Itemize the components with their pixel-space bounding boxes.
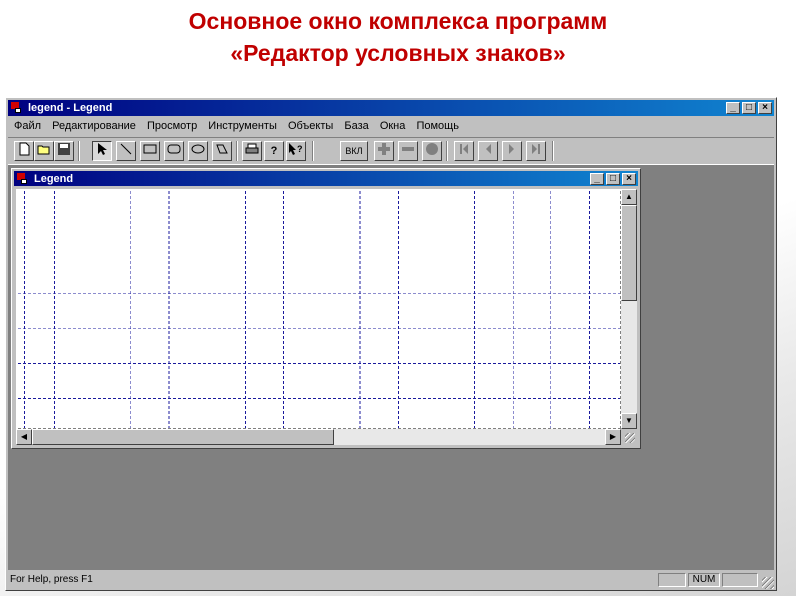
vertical-scrollbar[interactable]: ▲ ▼ [621,189,637,429]
status-panel-3 [722,573,758,587]
polygon-tool-icon[interactable] [212,141,232,161]
drawing-canvas-grid[interactable] [16,189,621,429]
toolbar: ? ? ВКЛ [8,137,774,165]
status-num-indicator: NUM [688,573,720,587]
app-title: legend - Legend [28,102,113,114]
menu-file[interactable]: Файл [14,120,41,132]
resize-grip-icon[interactable] [762,577,774,589]
menu-objects[interactable]: Объекты [288,120,333,132]
print-icon[interactable] [242,141,262,161]
menu-help[interactable]: Помощь [416,120,459,132]
child-close-button[interactable]: × [622,173,636,185]
svg-text:?: ? [297,144,303,154]
select-arrow-icon[interactable] [92,141,112,161]
scroll-right-icon[interactable]: ▶ [605,429,621,445]
child-resize-grip-icon[interactable] [621,429,637,445]
open-folder-icon[interactable] [34,141,54,161]
ellipse-tool-icon[interactable] [188,141,208,161]
prev-record-icon[interactable] [478,141,498,161]
child-window-legend: Legend _ □ × ▲ ▼ ◀ ▶ [11,168,641,449]
scroll-down-icon[interactable]: ▼ [621,413,637,429]
child-app-icon[interactable] [17,173,29,185]
app-titlebar[interactable]: legend - Legend _ □ × [8,100,774,116]
line-tool-icon[interactable] [116,141,136,161]
status-panel-1 [658,573,686,587]
vertical-scroll-thumb[interactable] [621,205,637,301]
child-title: Legend [34,173,74,185]
menu-base[interactable]: База [344,120,368,132]
slide-title-line1: Основное окно комплекса программ [188,8,608,34]
child-titlebar[interactable]: Legend _ □ × [14,171,638,186]
status-help-text: For Help, press F1 [10,574,93,585]
new-file-icon[interactable] [14,141,34,161]
menu-view[interactable]: Просмотр [147,120,197,132]
menu-edit[interactable]: Редактирование [52,120,136,132]
horizontal-scrollbar[interactable]: ◀ ▶ [16,429,621,445]
rounded-rect-tool-icon[interactable] [164,141,184,161]
save-icon[interactable] [54,141,74,161]
help-icon[interactable]: ? [264,141,284,161]
app-icon[interactable] [11,102,23,114]
close-button[interactable]: × [758,102,772,114]
circle-icon[interactable] [422,141,442,161]
remove-icon[interactable] [398,141,418,161]
next-record-icon[interactable] [502,141,522,161]
slide-title: Основное окно комплекса программ «Редакт… [0,5,796,69]
context-help-icon[interactable]: ? [286,141,306,161]
mdi-workspace: Legend _ □ × ▲ ▼ ◀ ▶ [8,165,774,570]
app-window: legend - Legend _ □ × Файл Редактировани… [5,97,777,591]
vkl-button[interactable]: ВКЛ [340,141,368,161]
slide-title-line2: «Редактор условных знаков» [230,40,566,66]
first-record-icon[interactable] [454,141,474,161]
scroll-up-icon[interactable]: ▲ [621,189,637,205]
menubar: Файл Редактирование Просмотр Инструменты… [8,117,774,135]
minimize-button[interactable]: _ [726,102,740,114]
menu-tools[interactable]: Инструменты [208,120,277,132]
menu-windows[interactable]: Окна [380,120,406,132]
maximize-button[interactable]: □ [742,102,756,114]
rectangle-tool-icon[interactable] [140,141,160,161]
child-maximize-button[interactable]: □ [606,173,620,185]
add-icon[interactable] [374,141,394,161]
status-bar: For Help, press F1 NUM [8,571,774,589]
child-minimize-button[interactable]: _ [590,173,604,185]
horizontal-scroll-thumb[interactable] [32,429,334,445]
last-record-icon[interactable] [526,141,546,161]
scroll-left-icon[interactable]: ◀ [16,429,32,445]
